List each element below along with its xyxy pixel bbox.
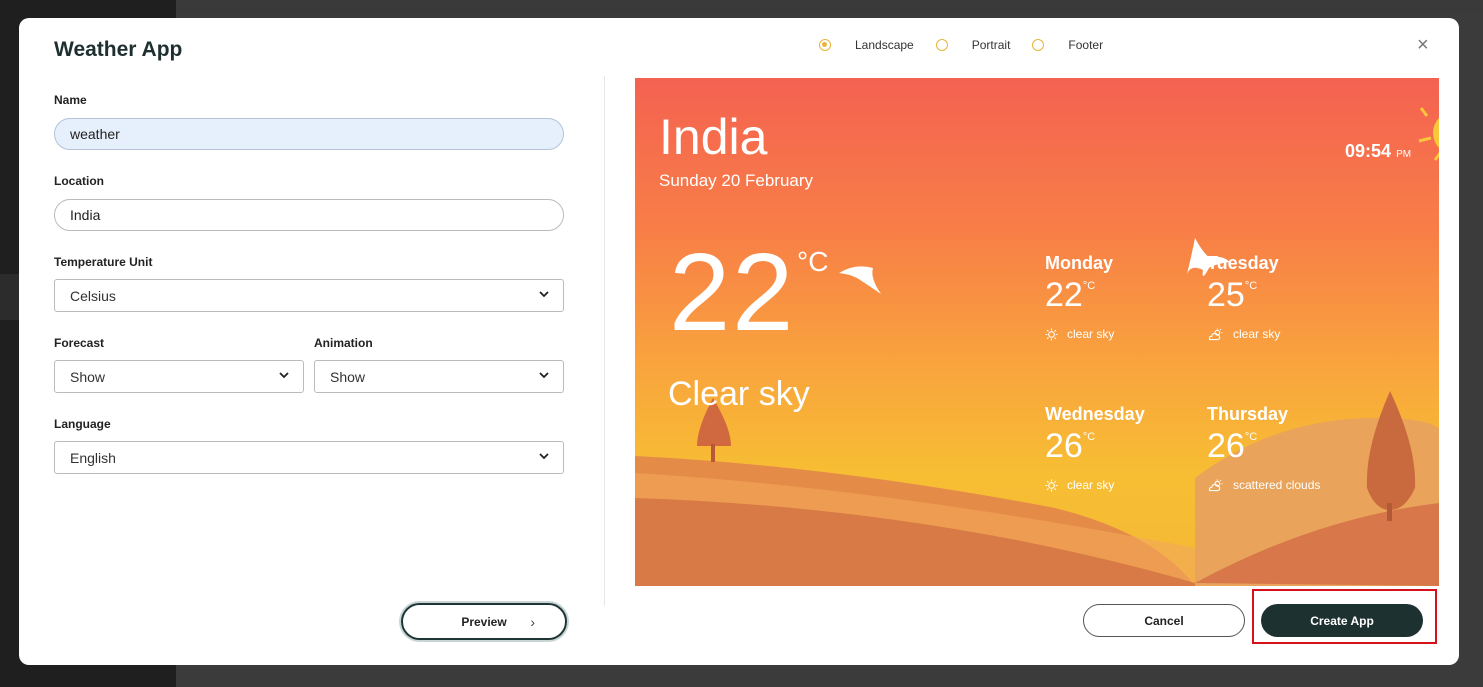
animation-label: Animation — [314, 336, 373, 350]
forecast-value: Show — [70, 368, 106, 385]
forecast-label: Forecast — [54, 336, 105, 350]
forecast-day-condition: clear sky — [1067, 478, 1115, 492]
location-label: Location — [54, 174, 104, 188]
weather-preview: India Sunday 20 February 09:54 PM 22 °C … — [635, 78, 1439, 586]
sun-icon — [1045, 478, 1058, 492]
cloud-sun-icon — [1208, 478, 1223, 491]
create-app-button[interactable]: Create App — [1261, 604, 1423, 637]
divider — [604, 76, 605, 606]
tree-right-crown — [1366, 391, 1416, 510]
name-label: Name — [54, 93, 87, 107]
forecast-day-temp-value: 25 — [1207, 276, 1245, 314]
preview-button[interactable]: Preview › — [401, 603, 567, 640]
forecast-day-thursday: Thursday 26°C scattered clouds — [1207, 404, 1320, 492]
modal-title: Weather App — [54, 38, 183, 61]
language-select[interactable]: English — [54, 441, 564, 474]
bird-left — [839, 266, 881, 294]
chevron-down-icon — [539, 291, 549, 298]
forecast-day-name: Wednesday — [1045, 404, 1145, 424]
cancel-button[interactable]: Cancel — [1083, 604, 1245, 637]
location-input[interactable]: India — [54, 199, 564, 231]
radio-footer-dot[interactable] — [1032, 39, 1045, 51]
forecast-day-temp: 22°C — [1045, 276, 1114, 315]
forecast-day-condition: scattered clouds — [1233, 478, 1321, 492]
chevron-right-icon: › — [530, 614, 535, 630]
sun-shape — [1433, 117, 1439, 149]
temperature-unit-value: Celsius — [70, 287, 116, 304]
forecast-day-temp-value: 22 — [1045, 276, 1083, 314]
preview-temperature-unit: °C — [797, 246, 829, 277]
forecast-day-name: Tuesday — [1207, 253, 1279, 273]
forecast-day-condition-row: clear sky — [1207, 327, 1280, 341]
forecast-day-unit: °C — [1082, 280, 1096, 292]
language-label: Language — [54, 417, 111, 431]
background-header — [176, 0, 1483, 14]
preview-condition: Clear sky — [668, 375, 810, 413]
tree-left-trunk — [711, 444, 715, 462]
close-icon[interactable]: × — [1417, 34, 1429, 57]
forecast-day-unit: °C — [1082, 431, 1096, 443]
preview-time: 09:54 PM — [1345, 141, 1411, 162]
radio-portrait-dot[interactable] — [935, 39, 948, 51]
animation-value: Show — [330, 368, 366, 385]
preview-time-suffix: PM — [1396, 149, 1412, 160]
radio-footer-label: Footer — [1068, 38, 1104, 52]
forecast-day-temp-value: 26 — [1045, 427, 1083, 465]
weather-app-modal: Weather App × Landscape Portrait Footer … — [19, 18, 1459, 665]
forecast-day-condition-row: clear sky — [1045, 478, 1145, 492]
forecast-day-tuesday: Tuesday 25°C clear sky — [1207, 253, 1280, 341]
forecast-day-temp: 25°C — [1207, 276, 1280, 315]
chevron-down-icon — [279, 372, 289, 379]
radio-landscape[interactable]: Landscape — [819, 38, 914, 52]
temperature-unit-select[interactable]: Celsius — [54, 279, 564, 312]
forecast-day-temp: 26°C — [1207, 427, 1320, 466]
forecast-day-wednesday: Wednesday 26°C clear sky — [1045, 404, 1145, 492]
forecast-day-unit: °C — [1244, 280, 1258, 292]
cloud-sun-icon — [1208, 327, 1223, 340]
radio-portrait[interactable]: Portrait — [935, 38, 1011, 52]
radio-footer[interactable]: Footer — [1032, 38, 1103, 52]
forecast-day-condition: clear sky — [1067, 327, 1115, 341]
forecast-day-monday: Monday 22°C clear sky — [1045, 253, 1114, 341]
preview-time-value: 09:54 — [1345, 141, 1392, 161]
forecast-day-name: Monday — [1045, 253, 1114, 273]
forecast-day-name: Thursday — [1207, 404, 1289, 424]
animation-select[interactable]: Show — [314, 360, 564, 393]
preview-city: India — [659, 109, 768, 165]
preview-temperature: 22 — [669, 231, 796, 354]
forecast-day-temp-value: 26 — [1207, 427, 1245, 465]
chevron-down-icon — [539, 453, 549, 460]
radio-landscape-label: Landscape — [855, 38, 914, 52]
forecast-select[interactable]: Show — [54, 360, 304, 393]
radio-landscape-dot[interactable] — [819, 39, 831, 51]
forecast-day-unit: °C — [1244, 431, 1258, 443]
name-input[interactable]: weather — [54, 118, 564, 150]
tree-right-trunk — [1387, 503, 1392, 521]
forecast-day-condition: clear sky — [1233, 327, 1281, 341]
forecast-day-temp: 26°C — [1045, 427, 1145, 466]
radio-portrait-label: Portrait — [971, 38, 1011, 52]
language-value: English — [70, 449, 116, 466]
temperature-unit-label: Temperature Unit — [54, 255, 153, 269]
preview-date: Sunday 20 February — [659, 171, 814, 190]
sun-icon — [1045, 327, 1058, 341]
orientation-radio-group: Landscape Portrait Footer — [819, 38, 1125, 52]
forecast-day-condition-row: clear sky — [1045, 327, 1114, 341]
chevron-down-icon — [539, 372, 549, 379]
preview-button-label: Preview — [461, 614, 507, 629]
forecast-day-condition-row: scattered clouds — [1207, 478, 1320, 492]
